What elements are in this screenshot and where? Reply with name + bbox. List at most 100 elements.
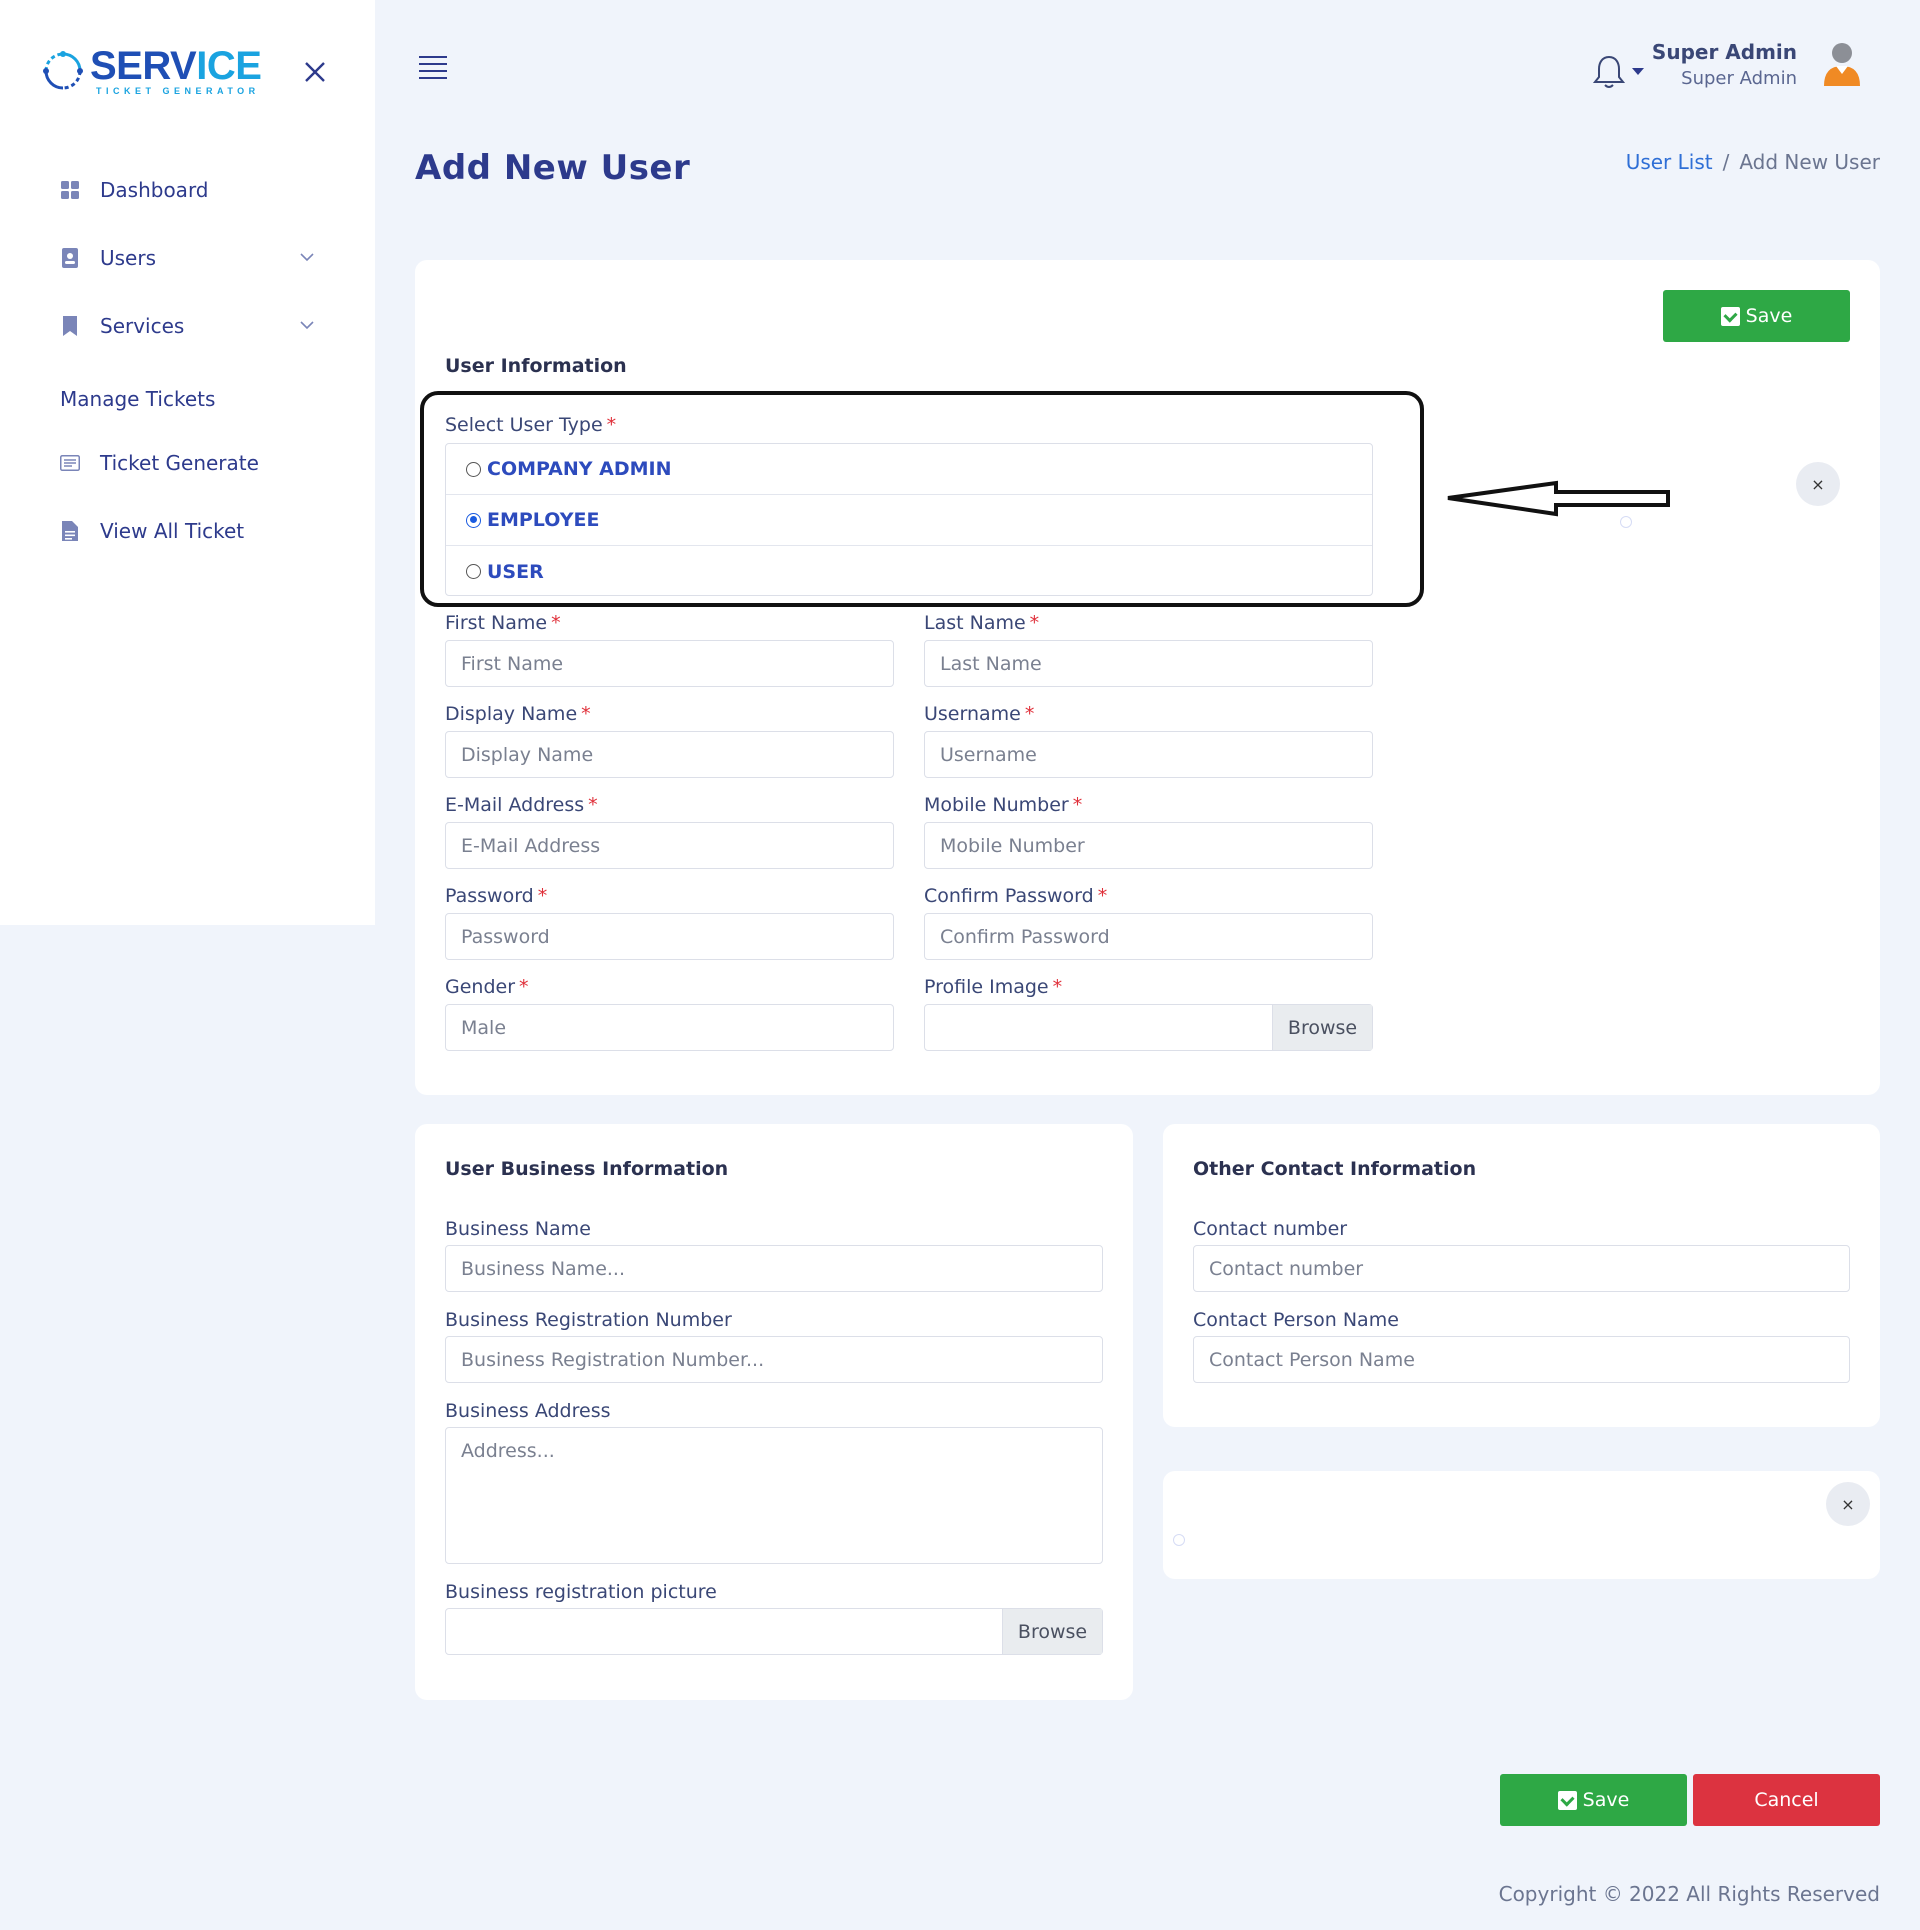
first-name-input[interactable]: First Name: [445, 640, 894, 687]
user-type-option-user[interactable]: USER: [446, 546, 1372, 597]
business-registration-picture-label: Business registration picture: [445, 1581, 717, 1603]
business-registration-picture-file-input[interactable]: Browse: [445, 1608, 1103, 1655]
save-button-label: Save: [1582, 1789, 1630, 1811]
sidebar-item-dashboard[interactable]: Dashboard: [58, 172, 318, 208]
user-type-label: Select User Type *: [445, 414, 616, 436]
gender-select[interactable]: Male: [445, 1004, 894, 1051]
chevron-down-icon: [300, 253, 314, 262]
gender-label-text: Gender: [445, 976, 516, 998]
sidebar-item-label: Services: [100, 314, 185, 338]
password-label-text: Password: [445, 885, 534, 907]
brand-title: SERVICE: [90, 46, 262, 86]
bell-icon: [1592, 55, 1626, 88]
user-information-title: User Information: [445, 355, 627, 377]
profile-image-browse-button[interactable]: Browse: [1272, 1005, 1372, 1050]
last-name-input[interactable]: Last Name: [924, 640, 1373, 687]
grid-icon: [58, 178, 82, 202]
avatar[interactable]: [1822, 42, 1862, 88]
sidebar-item-label: Ticket Generate: [100, 451, 259, 475]
required-mark: *: [519, 976, 529, 998]
sidebar-item-label: View All Ticket: [100, 519, 245, 543]
close-sidebar-button[interactable]: [300, 58, 330, 88]
business-address-textarea[interactable]: Address...: [445, 1427, 1103, 1564]
business-name-input[interactable]: Business Name...: [445, 1245, 1103, 1292]
breadcrumb-separator: /: [1722, 150, 1730, 174]
logo-ring-icon: [43, 51, 83, 90]
user-menu[interactable]: Super Admin Super Admin: [1652, 40, 1797, 89]
required-mark: *: [1029, 612, 1040, 634]
page-title: Add New User: [415, 148, 691, 188]
business-name-label: Business Name: [445, 1218, 591, 1240]
mobile-number-input[interactable]: Mobile Number: [924, 822, 1373, 869]
last-name-label-text: Last Name: [924, 612, 1026, 634]
sidebar-item-label: Dashboard: [100, 178, 209, 202]
loading-dot-icon: [1173, 1534, 1185, 1546]
user-avatar-icon: [1824, 43, 1860, 86]
required-mark: *: [537, 885, 548, 907]
breadcrumb: User List / Add New User: [1626, 150, 1880, 174]
sidebar-section-title: Manage Tickets: [60, 387, 216, 411]
username-label: Username *: [924, 703, 1034, 725]
gender-label: Gender *: [445, 976, 529, 998]
business-information-title: User Business Information: [445, 1158, 729, 1180]
close-icon[interactable]: ×: [1826, 1482, 1870, 1526]
radio-unchecked-icon[interactable]: [466, 461, 481, 477]
radio-unchecked-icon[interactable]: [466, 564, 481, 579]
username-input[interactable]: Username: [924, 731, 1373, 778]
sidebar-item-services[interactable]: Services: [58, 308, 318, 344]
confirm-password-label: Confirm Password *: [924, 885, 1107, 907]
user-type-option-employee[interactable]: EMPLOYEE: [446, 495, 1372, 546]
brand-logo[interactable]: SERVICE TICKET GENERATOR: [42, 46, 262, 96]
save-icon: [1720, 306, 1740, 326]
display-name-input[interactable]: Display Name: [445, 731, 894, 778]
email-field[interactable]: E-Mail Address: [445, 822, 894, 869]
hamburger-line: [419, 63, 447, 65]
save-button[interactable]: Save: [1500, 1774, 1687, 1826]
sidebar-item-users[interactable]: Users: [58, 240, 318, 276]
document-icon: [58, 519, 82, 543]
user-name: Super Admin: [1651, 40, 1797, 64]
sidebar-item-ticket-generate[interactable]: Ticket Generate: [58, 445, 318, 481]
display-name-label-text: Display Name: [445, 703, 578, 725]
profile-image-file-input[interactable]: Browse: [924, 1004, 1373, 1051]
required-mark: *: [551, 612, 561, 634]
business-registration-number-input[interactable]: Business Registration Number...: [445, 1336, 1103, 1383]
save-icon: [1557, 1790, 1577, 1810]
email-label: E-Mail Address *: [445, 794, 598, 816]
breadcrumb-user-list-link[interactable]: User List: [1626, 150, 1713, 174]
first-name-label-text: First Name: [445, 612, 548, 634]
left-arrow-annotation-icon: [1447, 480, 1670, 517]
required-mark: *: [1072, 794, 1083, 816]
hamburger-line: [419, 77, 447, 79]
copyright-text: Copyright © 2022 All Rights Reserved: [1498, 1882, 1880, 1906]
username-label-text: Username: [924, 703, 1021, 725]
display-name-label: Display Name *: [445, 703, 591, 725]
ticket-list-icon: [58, 451, 82, 475]
hamburger-line: [419, 56, 447, 58]
profile-image-label: Profile Image *: [924, 976, 1062, 998]
save-button-label: Save: [1745, 305, 1793, 327]
last-name-label: Last Name *: [924, 612, 1039, 634]
business-picture-browse-button[interactable]: Browse: [1002, 1609, 1102, 1654]
profile-image-label-text: Profile Image: [924, 976, 1049, 998]
notification-button[interactable]: [1592, 54, 1626, 90]
contact-number-input[interactable]: Contact number: [1193, 1245, 1850, 1292]
other-contact-information-title: Other Contact Information: [1193, 1158, 1477, 1180]
password-input[interactable]: Password: [445, 913, 894, 960]
menu-toggle-button[interactable]: [419, 56, 447, 82]
confirm-password-input[interactable]: Confirm Password: [924, 913, 1373, 960]
cancel-button[interactable]: Cancel: [1693, 1774, 1880, 1826]
brand-subtitle: TICKET GENERATOR: [96, 86, 260, 96]
sidebar-item-view-all-ticket[interactable]: View All Ticket: [58, 513, 318, 549]
loading-dot-icon: [1620, 516, 1632, 528]
confirm-password-label-text: Confirm Password: [924, 885, 1094, 907]
radio-checked-icon[interactable]: [466, 512, 481, 528]
save-button-top[interactable]: Save: [1663, 290, 1850, 342]
close-icon[interactable]: ×: [1796, 462, 1840, 506]
notification-caret-icon[interactable]: [1632, 68, 1644, 75]
user-role: Super Admin: [1681, 68, 1797, 89]
user-type-option-company-admin[interactable]: COMPANY ADMIN: [446, 444, 1372, 495]
contact-person-name-input[interactable]: Contact Person Name: [1193, 1336, 1850, 1383]
business-address-label: Business Address: [445, 1400, 611, 1422]
required-mark: *: [1052, 976, 1063, 998]
